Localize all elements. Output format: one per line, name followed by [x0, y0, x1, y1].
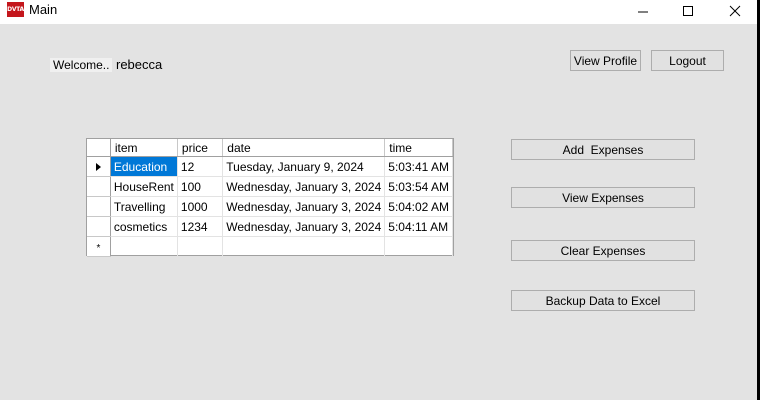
cell-item[interactable]: Travelling	[110, 196, 178, 217]
cell-date[interactable]: Wednesday, January 3, 2024	[222, 196, 386, 217]
row-header[interactable]	[87, 156, 111, 177]
cell-item[interactable]: HouseRent	[110, 176, 178, 197]
cell-date[interactable]	[222, 236, 386, 257]
cell-time[interactable]: 5:04:02 AM	[384, 196, 453, 217]
column-header-time[interactable]: time	[384, 139, 453, 157]
column-header-date[interactable]: date	[222, 139, 386, 157]
current-row-arrow-icon	[95, 162, 101, 171]
cell-price[interactable]: 1000	[177, 196, 224, 217]
window-title: Main	[29, 2, 58, 17]
table-row[interactable]: Travelling 1000 Wednesday, January 3, 20…	[87, 196, 453, 217]
cell-time[interactable]: 5:04:11 AM	[384, 216, 453, 237]
cell-item[interactable]: Education	[110, 156, 178, 177]
backup-excel-button[interactable]: Backup Data to Excel	[511, 290, 695, 311]
cell-date[interactable]: Tuesday, January 9, 2024	[222, 156, 386, 177]
cell-item[interactable]	[110, 236, 178, 257]
close-button[interactable]	[713, 0, 757, 22]
logout-button[interactable]: Logout	[651, 50, 724, 71]
expenses-grid[interactable]: item price date time Education 12 Tuesda…	[86, 138, 454, 257]
cell-time[interactable]	[384, 236, 453, 257]
row-header[interactable]	[87, 196, 111, 217]
cell-date[interactable]: Wednesday, January 3, 2024	[222, 216, 386, 237]
cell-price[interactable]: 100	[177, 176, 224, 197]
view-expenses-button[interactable]: View Expenses	[511, 187, 695, 208]
column-header-item[interactable]: item	[110, 139, 178, 157]
header-row: item price date time	[87, 139, 453, 157]
minimize-icon	[638, 11, 648, 13]
username-label: rebecca	[116, 57, 163, 72]
app-icon: DVTA	[7, 2, 24, 17]
cell-item[interactable]: cosmetics	[110, 216, 178, 237]
maximize-icon	[683, 6, 693, 16]
row-header[interactable]	[87, 176, 111, 197]
row-header[interactable]: *	[87, 236, 111, 257]
add-expenses-button[interactable]: Add Expenses	[511, 139, 695, 160]
minimize-button[interactable]	[621, 0, 665, 22]
cell-date[interactable]: Wednesday, January 3, 2024	[222, 176, 386, 197]
close-icon	[729, 5, 741, 17]
cell-time[interactable]: 5:03:54 AM	[384, 176, 453, 197]
clear-expenses-button[interactable]: Clear Expenses	[511, 240, 695, 261]
table-row[interactable]: cosmetics 1234 Wednesday, January 3, 202…	[87, 216, 453, 237]
cell-time[interactable]: 5:03:41 AM	[384, 156, 453, 177]
view-profile-button[interactable]: View Profile	[570, 50, 641, 71]
row-header[interactable]	[87, 216, 111, 237]
column-header-price[interactable]: price	[177, 139, 224, 157]
title-bar: DVTA Main	[0, 0, 760, 24]
cell-price[interactable]: 1234	[177, 216, 224, 237]
welcome-label: Welcome..	[50, 58, 113, 72]
cell-price[interactable]	[177, 236, 224, 257]
expenses-table: item price date time Education 12 Tuesda…	[87, 139, 453, 257]
new-row[interactable]: *	[87, 236, 453, 257]
maximize-button[interactable]	[666, 0, 710, 22]
table-row[interactable]: HouseRent 100 Wednesday, January 3, 2024…	[87, 176, 453, 197]
new-row-marker: *	[96, 242, 101, 254]
table-row[interactable]: Education 12 Tuesday, January 9, 2024 5:…	[87, 156, 453, 177]
corner-header[interactable]	[87, 139, 111, 157]
cell-price[interactable]: 12	[177, 156, 224, 177]
